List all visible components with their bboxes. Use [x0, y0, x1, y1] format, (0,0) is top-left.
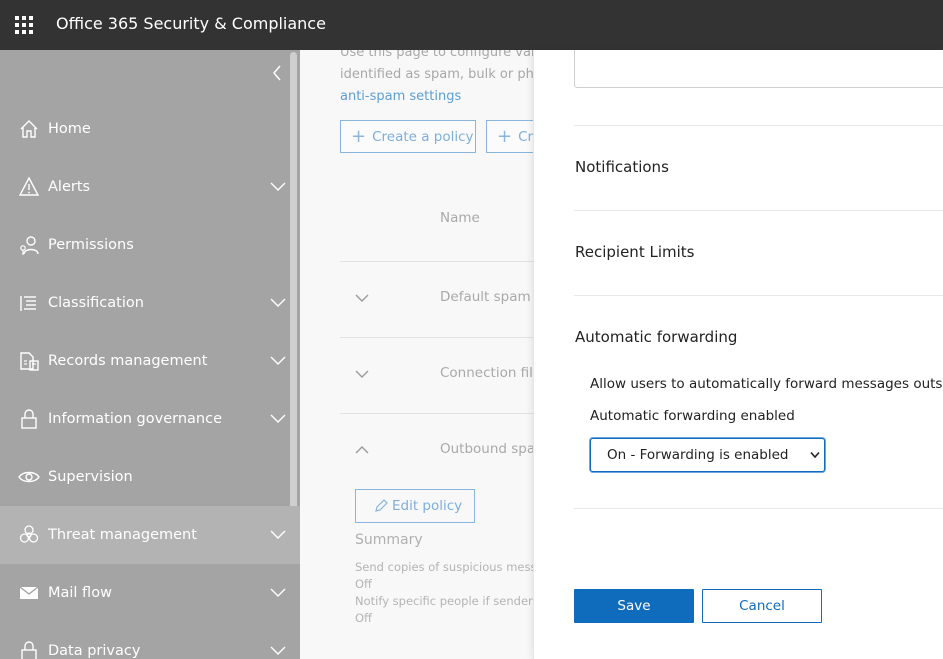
classification-icon — [20, 296, 36, 311]
edit-policy-button[interactable]: Edit policy — [355, 489, 475, 523]
summary-line: Notify specific people if senders a — [355, 594, 533, 608]
cancel-button[interactable]: Cancel — [702, 589, 822, 623]
chevron-down-icon[interactable] — [270, 182, 286, 192]
sidebar-item-label: Alerts — [48, 179, 91, 195]
alert-icon — [18, 176, 40, 196]
section-divider — [574, 508, 943, 509]
chevron-down-icon[interactable] — [355, 293, 369, 303]
sidebar-item-classification[interactable]: Classification — [0, 274, 290, 332]
sidebar-item-supervision[interactable]: Supervision — [0, 448, 290, 506]
sidebar-item-mail-flow[interactable]: Mail flow — [0, 564, 290, 622]
policy-row-outbound-spam[interactable]: Outbound spar — [440, 441, 533, 457]
plus-icon: + — [497, 126, 513, 147]
lock-icon — [21, 409, 37, 429]
sidebar-item-label: Records management — [48, 353, 208, 369]
section-divider — [574, 295, 943, 296]
eye-icon — [18, 471, 40, 483]
forwarding-enabled-label: Automatic forwarding enabled — [590, 408, 795, 424]
anti-spam-settings-link[interactable]: anti-spam settings — [340, 86, 533, 108]
records-icon — [20, 352, 39, 371]
top-bar: Office 365 Security & Compliance — [0, 0, 943, 50]
section-automatic-forwarding[interactable]: Automatic forwarding — [575, 328, 737, 346]
policy-row-default-spam[interactable]: Default spam fi — [440, 289, 533, 305]
section-notifications[interactable]: Notifications — [575, 158, 669, 176]
sidebar-item-label: Home — [48, 121, 91, 137]
chevron-down-icon — [810, 451, 820, 459]
chevron-down-icon[interactable] — [270, 356, 286, 366]
section-recipient-limits[interactable]: Recipient Limits — [575, 243, 694, 261]
plus-icon: + — [351, 126, 367, 147]
summary-value: Off — [355, 611, 372, 625]
summary-heading: Summary — [355, 532, 423, 548]
sidebar-item-label: Classification — [48, 295, 144, 311]
row-divider — [340, 261, 533, 262]
summary-line: Send copies of suspicious messag — [355, 560, 533, 574]
forwarding-select[interactable]: On - Forwarding is enabled — [590, 438, 825, 472]
save-button[interactable]: Save — [574, 589, 694, 623]
chevron-down-icon[interactable] — [355, 369, 369, 379]
biohazard-icon — [19, 525, 39, 543]
summary-value: Off — [355, 577, 372, 591]
column-header-name[interactable]: Name — [440, 210, 480, 226]
app-launcher-icon[interactable] — [15, 16, 33, 34]
sidebar-item-label: Threat management — [48, 527, 197, 543]
sidebar-item-information-governance[interactable]: Information governance — [0, 390, 290, 448]
row-divider — [340, 413, 533, 414]
home-icon — [20, 120, 38, 138]
anti-spam-page: Use this page to configure vario identif… — [300, 50, 533, 659]
chevron-down-icon[interactable] — [270, 588, 286, 598]
description-textarea[interactable] — [574, 50, 943, 88]
sidebar-item-permissions[interactable]: Permissions — [0, 216, 290, 274]
create-other-button[interactable]: + Cr — [486, 120, 533, 153]
section-divider — [574, 210, 943, 211]
sidebar-item-label: Permissions — [48, 237, 134, 253]
sidebar-item-data-privacy[interactable]: Data privacy — [0, 622, 290, 659]
chevron-down-icon[interactable] — [270, 646, 286, 656]
row-divider — [340, 337, 533, 338]
sidebar-item-label: Information governance — [48, 411, 222, 427]
section-divider — [574, 125, 943, 126]
edit-policy-panel: Notifications Recipient Limits Automatic… — [533, 50, 943, 659]
sidebar-item-alerts[interactable]: Alerts — [0, 158, 290, 216]
create-policy-button[interactable]: + Create a policy — [340, 120, 476, 153]
chevron-down-icon[interactable] — [270, 298, 286, 308]
sidebar-item-threat-management[interactable]: Threat management — [0, 506, 300, 564]
lock-icon — [21, 641, 37, 659]
sidebar-item-label: Mail flow — [48, 585, 112, 601]
sidebar-item-home[interactable]: Home — [0, 100, 290, 158]
pencil-icon — [375, 499, 388, 512]
mail-icon — [19, 586, 39, 599]
sidebar-item-label: Data privacy — [48, 643, 141, 659]
sidebar-item-records-management[interactable]: Records management — [0, 332, 290, 390]
chevron-down-icon[interactable] — [270, 414, 286, 424]
chevron-down-icon[interactable] — [270, 530, 286, 540]
sidebar-scrollbar[interactable] — [290, 52, 297, 522]
permissions-icon — [20, 236, 39, 255]
app-title[interactable]: Office 365 Security & Compliance — [56, 14, 326, 33]
forwarding-description: Allow users to automatically forward mes… — [590, 376, 943, 392]
sidebar-item-label: Supervision — [48, 469, 133, 485]
sidebar: Home Alerts Permissions Classification R… — [0, 50, 300, 659]
policy-row-connection-filter[interactable]: Connection filte — [440, 365, 533, 381]
page-intro: Use this page to configure vario identif… — [340, 50, 533, 108]
chevron-up-icon[interactable] — [355, 445, 369, 455]
collapse-nav-icon[interactable] — [270, 64, 284, 82]
